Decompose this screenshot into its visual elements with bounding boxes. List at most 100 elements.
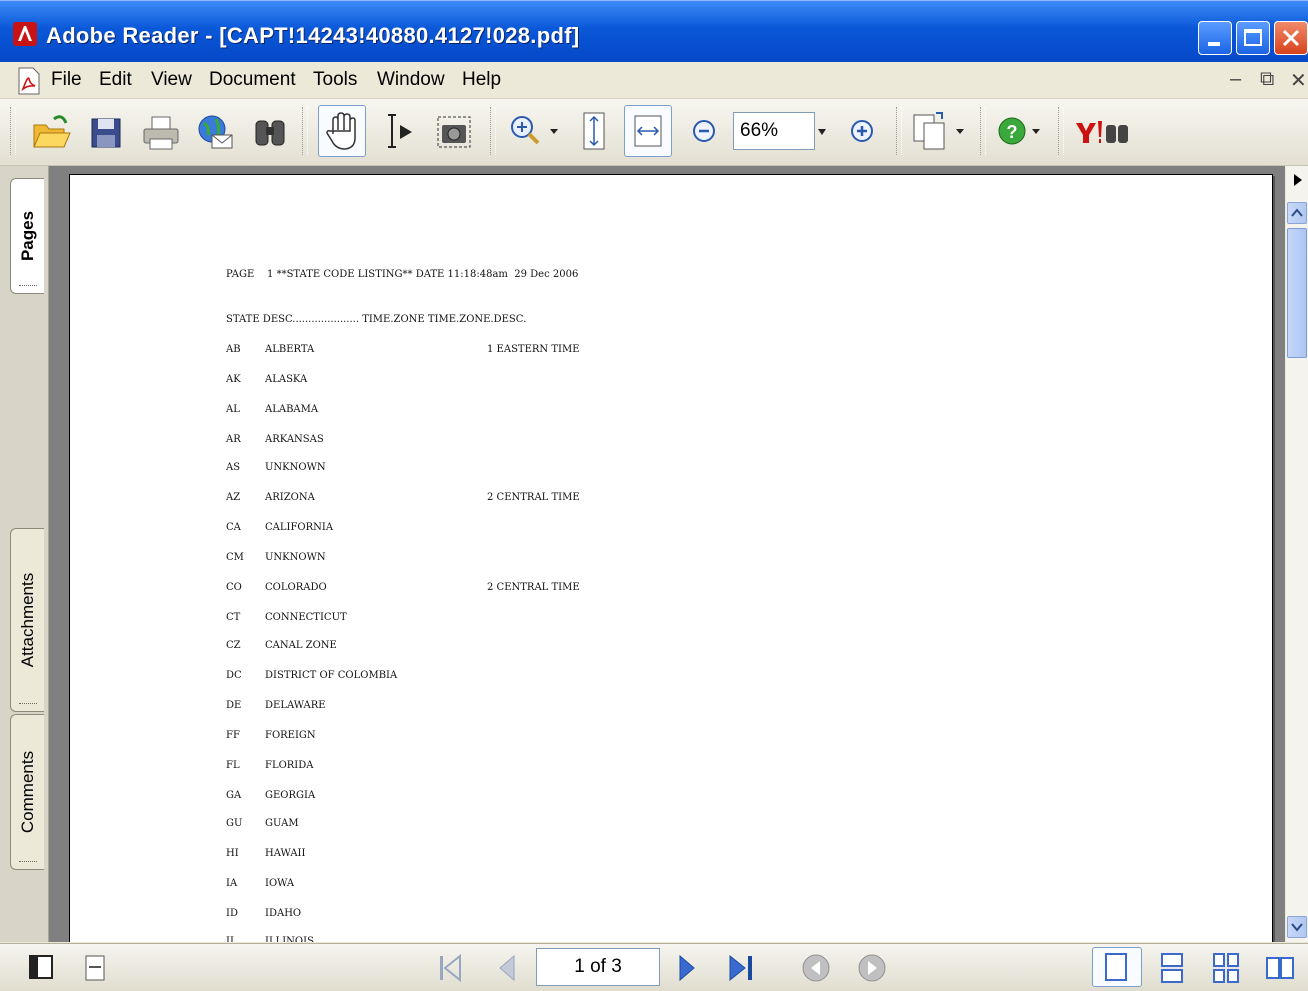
menu-file[interactable]: File (51, 69, 82, 91)
fit-width-button[interactable] (624, 105, 672, 157)
doc-close-icon[interactable]: ✕ (1290, 68, 1307, 93)
snapshot-icon (437, 116, 471, 148)
tab-pages[interactable]: Pages (10, 178, 44, 294)
menu-view[interactable]: View (151, 69, 192, 91)
help-button[interactable]: ? (992, 105, 1050, 157)
snapshot-button[interactable] (430, 105, 478, 157)
panel-expand-icon[interactable] (1292, 172, 1304, 188)
state-code: AS (226, 462, 241, 473)
email-icon (198, 115, 233, 149)
pdf-document-icon (18, 67, 40, 95)
continuous-facing-icon (1213, 953, 1239, 983)
adobe-reader-icon (13, 22, 37, 46)
state-description: CALIFORNIA (265, 522, 334, 533)
fit-page-icon (583, 112, 605, 150)
minimize-button[interactable] (1198, 21, 1232, 55)
yahoo-search-button[interactable] (1072, 105, 1138, 157)
scroll-up-button[interactable] (1287, 202, 1307, 224)
state-code: IA (226, 878, 238, 889)
last-page-button[interactable] (724, 950, 760, 986)
menu-tools[interactable]: Tools (313, 69, 357, 91)
close-icon (1282, 29, 1300, 47)
scroll-down-button[interactable] (1287, 916, 1307, 938)
state-description: UNKNOWN (265, 552, 326, 563)
tab-attachments[interactable]: Attachments (10, 528, 44, 712)
state-description: HAWAII (265, 848, 306, 859)
tab-comments[interactable]: Comments (10, 714, 44, 870)
menu-help[interactable]: Help (462, 69, 501, 91)
state-description: ILLINOIS (265, 936, 314, 942)
state-description: CONNECTICUT (265, 612, 347, 623)
toolbar-separator (1058, 107, 1064, 155)
toolbar: ? (0, 99, 1308, 166)
help-icon: ? (998, 117, 1040, 145)
column-headers: STATE DESC..................... TIME.ZON… (226, 314, 527, 325)
next-page-icon (679, 954, 695, 982)
state-code: HI (226, 848, 239, 859)
doc-restore-icon[interactable]: ⧉ (1260, 68, 1274, 91)
next-view-icon (858, 954, 886, 982)
time-zone: 1 EASTERN TIME (487, 344, 580, 355)
select-text-icon (388, 114, 412, 148)
toolbar-separator (896, 107, 902, 155)
zoom-out-button[interactable] (680, 105, 728, 157)
select-text-button[interactable] (376, 105, 424, 157)
state-description: FOREIGN (265, 730, 316, 741)
chevron-down-icon (818, 129, 826, 135)
state-description: ALASKA (265, 374, 308, 385)
search-button[interactable] (246, 105, 294, 157)
state-code: IL (226, 936, 237, 942)
doc-minimize-icon[interactable]: – (1230, 68, 1241, 91)
continuous-facing-button[interactable] (1208, 950, 1244, 986)
time-zone: 2 CENTRAL TIME (487, 492, 580, 503)
next-view-button[interactable] (854, 950, 890, 986)
toolbar-grip (10, 107, 16, 155)
state-code: FL (226, 760, 240, 771)
zoom-dropdown-button[interactable] (812, 105, 834, 157)
page-size-icon (85, 955, 105, 981)
single-page-icon (1105, 953, 1127, 981)
single-page-button[interactable] (1092, 947, 1142, 987)
page-number-input[interactable]: 1 of 3 (536, 948, 660, 986)
state-code: CM (226, 552, 244, 563)
state-code: DC (226, 670, 242, 681)
close-button[interactable] (1274, 21, 1308, 55)
page-size-button[interactable] (78, 950, 114, 986)
time-zone: 2 CENTRAL TIME (487, 582, 580, 593)
save-button[interactable] (82, 105, 130, 157)
tab-grip (19, 861, 37, 865)
open-button[interactable] (26, 105, 74, 157)
next-page-button[interactable] (670, 950, 706, 986)
menu-edit[interactable]: Edit (99, 69, 132, 91)
hand-tool-button[interactable] (318, 105, 366, 157)
show-navigation-button[interactable] (24, 950, 60, 986)
zoom-input[interactable]: 66% (733, 112, 815, 150)
chevron-up-icon (1291, 208, 1303, 217)
document-viewport[interactable]: PAGE 1 **STATE CODE LISTING** DATE 11:18… (49, 166, 1285, 942)
facing-button[interactable] (1262, 950, 1298, 986)
page-options-button[interactable] (908, 105, 970, 157)
continuous-button[interactable] (1154, 950, 1190, 986)
previous-page-button[interactable] (488, 950, 524, 986)
continuous-icon (1161, 953, 1183, 983)
scroll-thumb[interactable] (1287, 228, 1307, 358)
minimize-icon (1208, 42, 1220, 46)
window-title: Adobe Reader - [CAPT!14243!40880.4127!02… (46, 23, 580, 48)
zoom-tool-button[interactable] (504, 105, 558, 157)
fit-page-button[interactable] (570, 105, 618, 157)
hand-tool-icon (326, 112, 356, 150)
menu-window[interactable]: Window (377, 69, 445, 91)
state-description: DISTRICT OF COLOMBIA (265, 670, 398, 681)
previous-view-button[interactable] (798, 950, 834, 986)
email-button[interactable] (190, 105, 238, 157)
maximize-button[interactable] (1236, 21, 1270, 55)
first-page-button[interactable] (432, 950, 468, 986)
state-code: AR (226, 434, 241, 445)
print-button[interactable] (136, 105, 184, 157)
state-description: GEORGIA (265, 790, 316, 801)
facing-icon (1266, 957, 1294, 979)
zoom-in-button[interactable] (838, 105, 886, 157)
state-description: IDAHO (265, 908, 302, 919)
vertical-scrollbar[interactable] (1286, 166, 1308, 942)
menu-document[interactable]: Document (209, 69, 296, 91)
